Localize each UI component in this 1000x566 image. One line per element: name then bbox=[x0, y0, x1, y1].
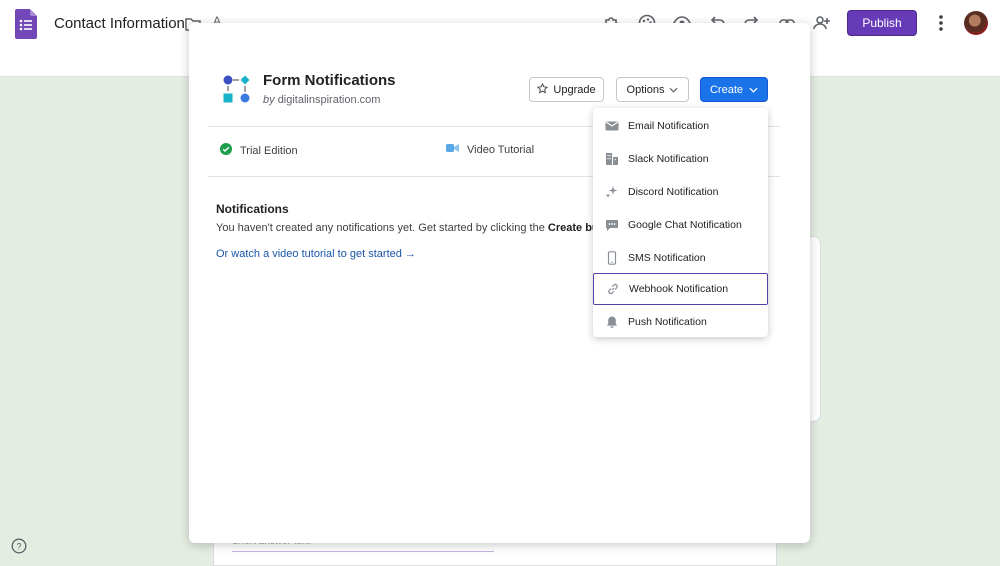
help-icon[interactable]: ? bbox=[11, 538, 27, 554]
menu-item-push-notification[interactable]: Push Notification bbox=[593, 306, 768, 338]
short-answer-underline bbox=[232, 551, 494, 552]
add-collaborator-icon[interactable] bbox=[811, 12, 833, 34]
notifications-empty-text: You haven't created any notifications ye… bbox=[216, 222, 594, 234]
empty-text-bold: Create button bbox=[547, 222, 594, 234]
menu-item-discord-notification[interactable]: Discord Notification bbox=[593, 176, 768, 208]
menu-item-slack-notification[interactable]: Slack Notification bbox=[593, 143, 768, 175]
byline-site: digitalinspiration.com bbox=[277, 94, 381, 106]
menu-item-webhook-notification[interactable]: Webhook Notification bbox=[593, 273, 768, 305]
create-label: Create bbox=[709, 83, 744, 96]
publish-button[interactable]: Publish bbox=[847, 10, 917, 36]
chevron-down-icon bbox=[669, 84, 678, 96]
options-label: Options bbox=[626, 83, 665, 96]
video-camera-icon bbox=[446, 143, 459, 156]
menu-item-label: Webhook Notification bbox=[629, 283, 729, 295]
form-notifications-logo-icon bbox=[222, 74, 252, 104]
trial-edition-label: Trial Edition bbox=[240, 144, 298, 157]
notifications-heading: Notifications bbox=[216, 202, 289, 216]
more-vert-icon[interactable] bbox=[933, 13, 949, 33]
addon-title: Form Notifications bbox=[263, 72, 396, 89]
create-button[interactable]: Create bbox=[700, 77, 768, 102]
video-tutorial-get-started-link[interactable]: Or watch a video tutorial to get started… bbox=[216, 248, 416, 260]
sparkle-icon bbox=[604, 184, 620, 200]
svg-text:?: ? bbox=[16, 542, 21, 552]
upgrade-label: Upgrade bbox=[553, 83, 596, 96]
trial-edition-status: Trial Edition bbox=[220, 143, 298, 158]
menu-item-label: SMS Notification bbox=[628, 252, 706, 264]
star-outline-icon bbox=[537, 82, 549, 97]
link-icon bbox=[605, 281, 621, 297]
upgrade-button[interactable]: Upgrade bbox=[529, 77, 604, 102]
video-tutorial-link[interactable]: Video Tutorial bbox=[446, 143, 534, 156]
menu-item-label: Slack Notification bbox=[628, 153, 709, 165]
menu-item-email-notification[interactable]: Email Notification bbox=[593, 110, 768, 142]
chat-bubble-icon bbox=[604, 217, 620, 233]
google-forms-logo-icon[interactable] bbox=[15, 9, 37, 39]
menu-item-google-chat-notification[interactable]: Google Chat Notification bbox=[593, 209, 768, 241]
avatar[interactable] bbox=[964, 11, 988, 35]
document-title[interactable]: Contact Information bbox=[54, 15, 185, 32]
create-dropdown-menu: Email Notification Slack Notification Di… bbox=[593, 108, 768, 337]
email-icon bbox=[604, 118, 620, 134]
byline-prefix: by bbox=[263, 94, 275, 106]
menu-item-label: Push Notification bbox=[628, 316, 707, 328]
empty-text-main: You haven't created any notifications ye… bbox=[216, 222, 548, 234]
video-tutorial-label: Video Tutorial bbox=[467, 143, 535, 156]
options-button[interactable]: Options bbox=[616, 77, 689, 102]
bell-icon bbox=[604, 314, 620, 330]
chevron-down-icon bbox=[749, 84, 758, 96]
slack-building-icon bbox=[604, 151, 620, 167]
menu-item-label: Email Notification bbox=[628, 120, 710, 132]
check-circle-icon bbox=[220, 143, 232, 158]
menu-item-sms-notification[interactable]: SMS Notification bbox=[593, 242, 768, 274]
addon-byline: by digitalinspiration.com bbox=[263, 94, 380, 106]
phone-icon bbox=[604, 250, 620, 266]
menu-item-label: Google Chat Notification bbox=[628, 219, 742, 231]
menu-item-label: Discord Notification bbox=[628, 186, 719, 198]
